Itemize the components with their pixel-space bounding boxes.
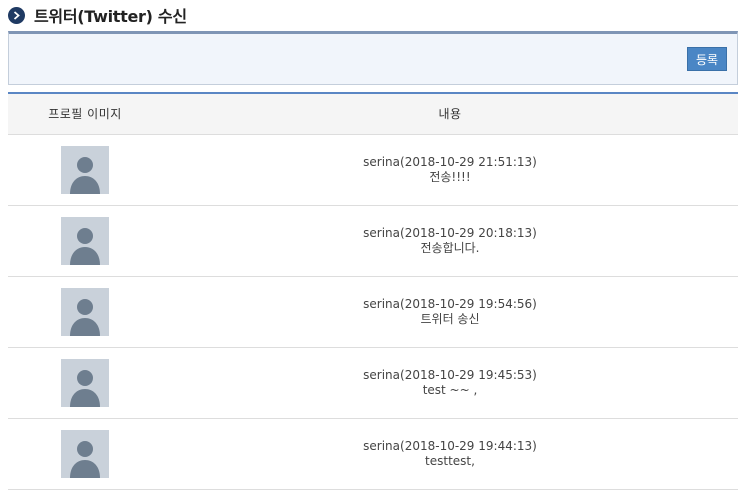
profile-image-cell xyxy=(8,418,162,490)
message-text: testtest, xyxy=(425,453,475,468)
column-header-content: 내용 xyxy=(162,94,738,135)
profile-image-cell xyxy=(8,134,162,206)
default-profile-icon xyxy=(61,216,109,265)
message-author-time: serina(2018-10-29 21:51:13) xyxy=(363,154,537,169)
message-cell: serina(2018-10-29 19:45:53) test ~~ , xyxy=(162,347,738,419)
message-author-time: serina(2018-10-29 20:18:13) xyxy=(363,225,537,240)
message-cell: serina(2018-10-29 21:51:13) 전송!!!! xyxy=(162,134,738,206)
message-text: test ~~ , xyxy=(422,382,478,397)
table-row: serina(2018-10-29 19:44:13) testtest, xyxy=(8,418,738,490)
default-profile-icon xyxy=(61,145,109,194)
message-author-time: serina(2018-10-29 19:45:53) xyxy=(363,367,537,382)
default-profile-icon xyxy=(61,429,109,478)
table-header-row: 프로필 이미지 내용 xyxy=(8,94,738,135)
message-author-time: serina(2018-10-29 19:54:56) xyxy=(363,296,537,311)
message-cell: serina(2018-10-29 19:44:13) testtest, xyxy=(162,418,738,490)
message-table: 프로필 이미지 내용 serina(2018-10-29 21:51:13) 전… xyxy=(8,92,738,490)
message-cell: serina(2018-10-29 20:18:13) 전송합니다. xyxy=(162,205,738,277)
message-text: 전송!!!! xyxy=(429,169,471,184)
default-profile-icon xyxy=(61,358,109,407)
register-button[interactable]: 등록 xyxy=(687,47,727,71)
chevron-right-icon xyxy=(8,6,25,24)
profile-image-cell xyxy=(8,205,162,277)
page-title: 트위터(Twitter) 수신 xyxy=(34,7,187,26)
table-row: serina(2018-10-29 19:45:53) test ~~ , xyxy=(8,347,738,419)
table-row: serina(2018-10-29 20:18:13) 전송합니다. xyxy=(8,205,738,277)
message-text: 전송합니다. xyxy=(420,240,480,255)
message-text: 트위터 송신 xyxy=(420,311,480,326)
table-row: serina(2018-10-29 19:54:56) 트위터 송신 xyxy=(8,276,738,348)
action-bar: 등록 xyxy=(8,31,738,85)
profile-image-cell xyxy=(8,276,162,348)
page-header: 트위터(Twitter) 수신 xyxy=(8,4,187,26)
message-author-time: serina(2018-10-29 19:44:13) xyxy=(363,438,537,453)
profile-image-cell xyxy=(8,347,162,419)
table-row: serina(2018-10-29 21:51:13) 전송!!!! xyxy=(8,134,738,206)
message-cell: serina(2018-10-29 19:54:56) 트위터 송신 xyxy=(162,276,738,348)
column-header-profile-image: 프로필 이미지 xyxy=(8,94,162,135)
default-profile-icon xyxy=(61,287,109,336)
